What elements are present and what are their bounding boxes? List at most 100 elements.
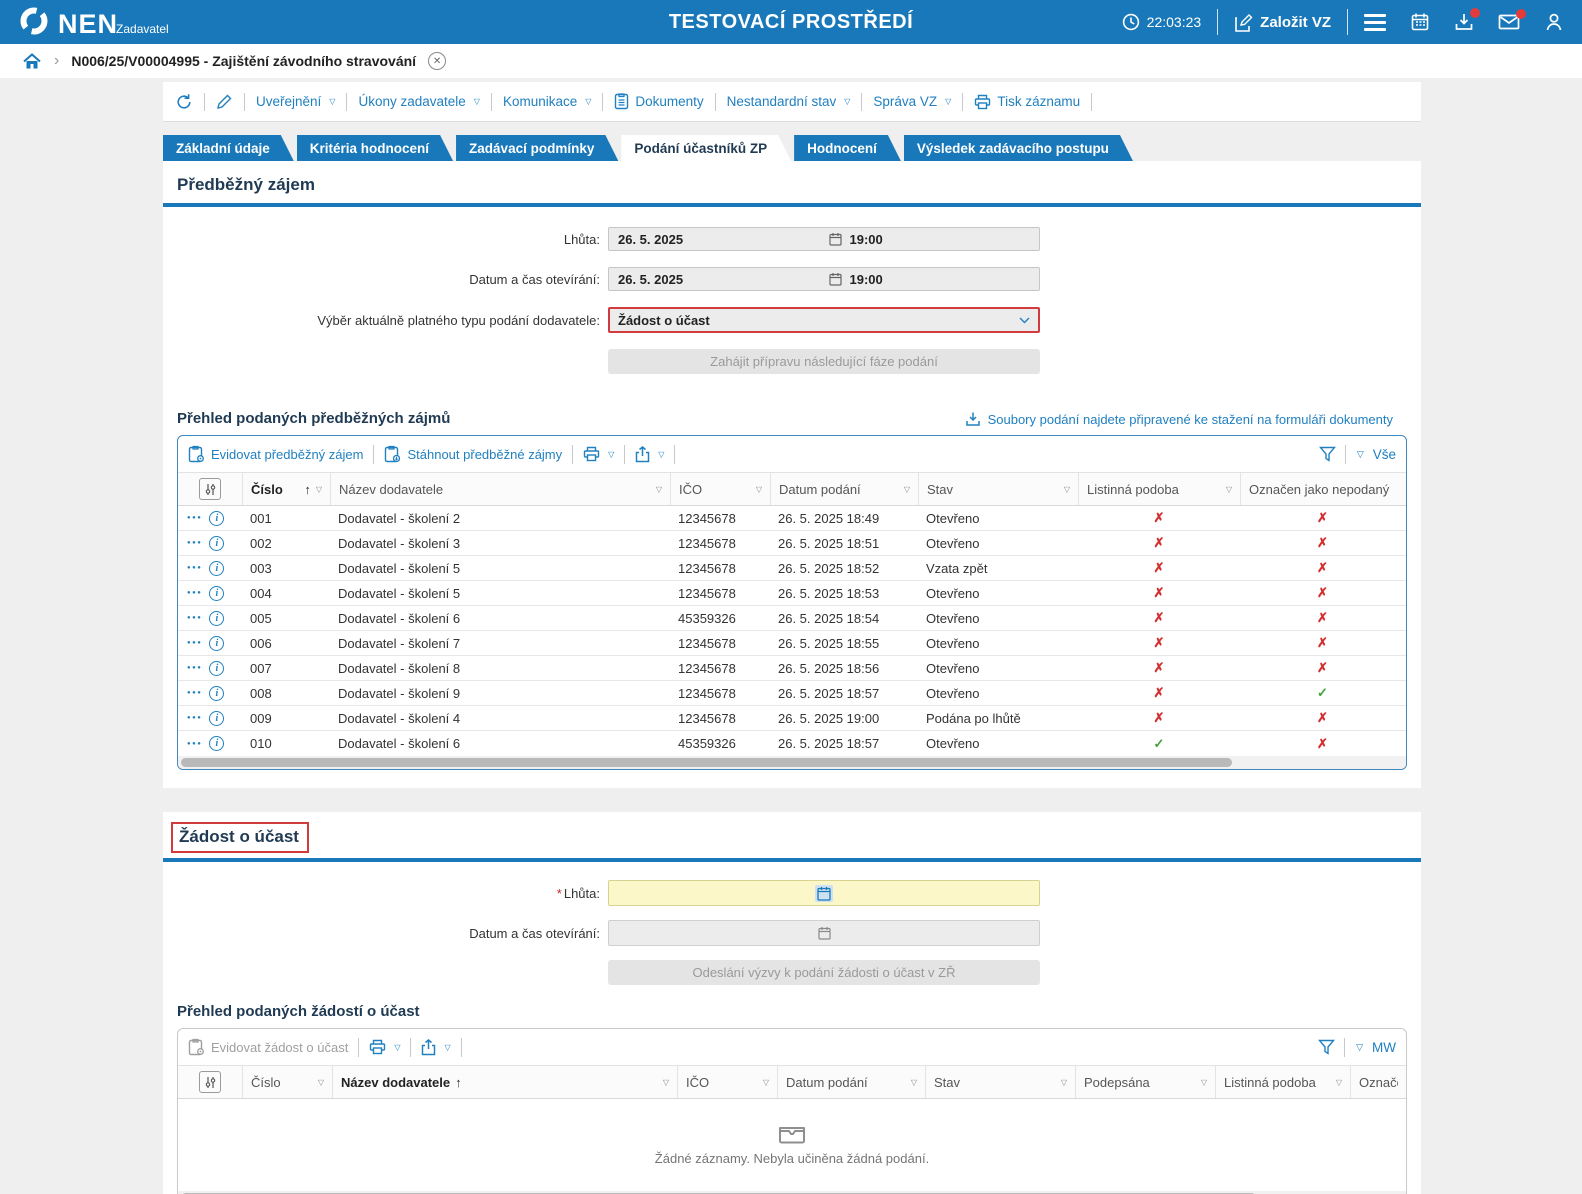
info-icon[interactable]: i xyxy=(209,736,224,751)
column-filter-icon[interactable]: ▽ xyxy=(1201,1078,1207,1087)
row-actions-icon[interactable]: ●●● xyxy=(187,515,202,521)
column-filter-icon[interactable]: ▽ xyxy=(656,485,662,494)
edit-record-icon[interactable] xyxy=(216,93,233,110)
row-actions-icon[interactable]: ●●● xyxy=(187,690,202,696)
files-download-link[interactable]: Soubory podání najdete připravené ke sta… xyxy=(965,411,1393,427)
menu-ukony-zadavatele[interactable]: Úkony zadavatele▽ xyxy=(358,94,479,109)
column-filter-icon[interactable]: ▽ xyxy=(316,485,322,494)
tab-zadavaci-podminky[interactable]: Zadávací podmínky xyxy=(456,135,618,161)
breadcrumb-item[interactable]: N006/25/V00004995 - Zajištění závodního … xyxy=(71,53,416,69)
menu-nestandardni-stav[interactable]: Nestandardní stav▽ xyxy=(727,94,851,109)
column-header-stav[interactable]: Stav▽ xyxy=(925,1066,1075,1098)
column-filter-icon[interactable]: ▽ xyxy=(1064,485,1070,494)
info-icon[interactable]: i xyxy=(209,561,224,576)
downloads-icon[interactable] xyxy=(1454,12,1474,32)
menu-sprava-vz[interactable]: Správa VZ▽ xyxy=(873,94,951,109)
column-filter-icon[interactable]: ▽ xyxy=(1226,485,1232,494)
mail-icon[interactable] xyxy=(1498,13,1520,31)
row-actions-icon[interactable]: ●●● xyxy=(187,715,202,721)
column-filter-icon[interactable]: ▽ xyxy=(911,1078,917,1087)
filter-preset-label[interactable]: MW xyxy=(1372,1040,1396,1055)
home-icon[interactable] xyxy=(22,52,42,71)
evidovat-zadost-button[interactable]: Evidovat žádost o účast xyxy=(188,1038,348,1056)
column-header-listinna[interactable]: Listinná podoba▽ xyxy=(1215,1066,1350,1098)
table-row[interactable]: ●●● i 008 Dodavatel - školení 9 12345678… xyxy=(178,681,1406,706)
menu-uverejneni[interactable]: Uveřejnění▽ xyxy=(256,94,335,109)
nen-logo[interactable]: NENZadavatel xyxy=(18,5,169,39)
row-actions-icon[interactable]: ●●● xyxy=(187,665,202,671)
column-filter-icon[interactable]: ▽ xyxy=(318,1078,324,1087)
table-row[interactable]: ●●● i 009 Dodavatel - školení 4 12345678… xyxy=(178,706,1406,731)
column-header-nazev[interactable]: Název dodavatele↑▽ xyxy=(332,1066,677,1098)
column-filter-icon[interactable]: ▽ xyxy=(663,1078,669,1087)
submission-type-select[interactable]: Žádost o účast xyxy=(608,307,1040,333)
stahnout-predbezne-zajmy-button[interactable]: Stáhnout předběžné zájmy xyxy=(384,445,562,463)
column-settings-icon[interactable] xyxy=(199,1071,221,1093)
scrollbar-thumb[interactable] xyxy=(181,758,1232,767)
send-vyzva-button[interactable]: Odeslání výzvy k podání žádosti o účast … xyxy=(608,960,1040,985)
filter-preset-label[interactable]: Vše xyxy=(1373,447,1396,462)
calendar-picker-icon[interactable] xyxy=(815,885,833,902)
menu-tisk-zaznamu[interactable]: Tisk záznamu xyxy=(974,94,1080,110)
column-header-cislo[interactable]: Číslo▽ xyxy=(242,1066,332,1098)
filter-funnel-icon[interactable] xyxy=(1318,1039,1335,1055)
create-vz-button[interactable]: Založit VZ xyxy=(1234,13,1331,32)
column-header-nazev[interactable]: Název dodavatele▽ xyxy=(330,473,670,505)
column-header-podepsana[interactable]: Podepsána▽ xyxy=(1075,1066,1215,1098)
filter-funnel-icon[interactable] xyxy=(1319,446,1336,462)
row-actions-icon[interactable]: ●●● xyxy=(187,590,202,596)
info-icon[interactable]: i xyxy=(209,536,224,551)
column-filter-icon[interactable]: ▽ xyxy=(763,1078,769,1087)
table-row[interactable]: ●●● i 005 Dodavatel - školení 6 45359326… xyxy=(178,606,1406,631)
user-icon[interactable] xyxy=(1544,12,1564,32)
column-filter-icon[interactable]: ▽ xyxy=(1061,1078,1067,1087)
next-phase-button[interactable]: Zahájit přípravu následující fáze podání xyxy=(608,349,1040,374)
table-row[interactable]: ●●● i 001 Dodavatel - školení 2 12345678… xyxy=(178,506,1406,531)
row-actions-icon[interactable]: ●●● xyxy=(187,640,202,646)
table-row[interactable]: ●●● i 004 Dodavatel - školení 5 12345678… xyxy=(178,581,1406,606)
print-table-button[interactable]: ▽ xyxy=(369,1039,400,1055)
table-row[interactable]: ●●● i 002 Dodavatel - školení 3 12345678… xyxy=(178,531,1406,556)
info-icon[interactable]: i xyxy=(209,636,224,651)
preset-dropdown-icon[interactable]: ▽ xyxy=(1357,449,1364,460)
export-table-button[interactable]: ▽ xyxy=(421,1039,450,1056)
info-icon[interactable]: i xyxy=(209,511,224,526)
zadost-lhuta-field[interactable] xyxy=(608,880,1040,906)
print-table-button[interactable]: ▽ xyxy=(583,446,614,462)
menu-komunikace[interactable]: Komunikace▽ xyxy=(503,94,591,109)
calendar-icon[interactable] xyxy=(1410,12,1430,32)
tab-podani-ucastniku-zp[interactable]: Podání účastníků ZP xyxy=(621,135,791,161)
row-actions-icon[interactable]: ●●● xyxy=(187,741,202,747)
close-record-icon[interactable]: ✕ xyxy=(428,52,446,70)
lhuta-datetime-field[interactable]: 26. 5. 2025 19:00 xyxy=(608,227,1040,251)
table-row[interactable]: ●●● i 006 Dodavatel - školení 7 12345678… xyxy=(178,631,1406,656)
horizontal-scrollbar[interactable] xyxy=(178,756,1406,769)
column-settings-icon[interactable] xyxy=(199,478,221,500)
tab-vysledek-zadavaciho-postupu[interactable]: Výsledek zadávacího postupu xyxy=(904,135,1133,161)
menu-icon[interactable] xyxy=(1364,14,1386,31)
column-header-stav[interactable]: Stav▽ xyxy=(918,473,1078,505)
row-actions-icon[interactable]: ●●● xyxy=(187,565,202,571)
open-datetime-field[interactable]: 26. 5. 2025 19:00 xyxy=(608,267,1040,291)
table-row[interactable]: ●●● i 007 Dodavatel - školení 8 12345678… xyxy=(178,656,1406,681)
preset-dropdown-icon[interactable]: ▽ xyxy=(1356,1042,1363,1053)
column-header-nepodany[interactable]: Označen jako nepodaný xyxy=(1240,473,1405,505)
column-header-ico[interactable]: IČO▽ xyxy=(670,473,770,505)
export-table-button[interactable]: ▽ xyxy=(635,446,664,463)
column-header-oznacena[interactable]: Označena xyxy=(1350,1066,1406,1098)
row-actions-icon[interactable]: ●●● xyxy=(187,540,202,546)
column-filter-icon[interactable]: ▽ xyxy=(1336,1078,1342,1087)
row-actions-icon[interactable]: ●●● xyxy=(187,615,202,621)
column-header-listinna[interactable]: Listinná podoba▽ xyxy=(1078,473,1240,505)
refresh-icon[interactable] xyxy=(175,93,193,111)
tab-hodnoceni[interactable]: Hodnocení xyxy=(794,135,901,161)
column-header-cislo[interactable]: Číslo↑▽ xyxy=(242,473,330,505)
column-filter-icon[interactable]: ▽ xyxy=(904,485,910,494)
table-row[interactable]: ●●● i 010 Dodavatel - školení 6 45359326… xyxy=(178,731,1406,756)
table-row[interactable]: ●●● i 003 Dodavatel - školení 5 12345678… xyxy=(178,556,1406,581)
info-icon[interactable]: i xyxy=(209,711,224,726)
column-header-ico[interactable]: IČO▽ xyxy=(677,1066,777,1098)
info-icon[interactable]: i xyxy=(209,586,224,601)
menu-dokumenty[interactable]: Dokumenty xyxy=(614,93,703,110)
column-filter-icon[interactable]: ▽ xyxy=(756,485,762,494)
